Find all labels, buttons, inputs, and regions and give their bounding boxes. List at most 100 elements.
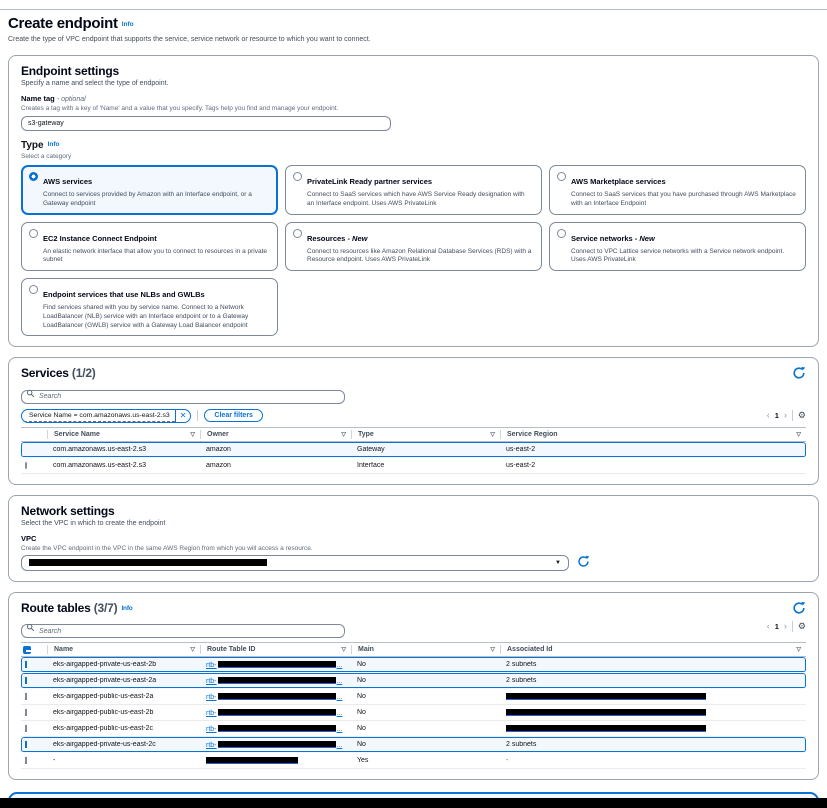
clear-filters-button[interactable]: Clear filters: [204, 409, 263, 422]
service-row[interactable]: com.amazonaws.us-east-2.s3 amazon Interf…: [21, 458, 806, 474]
route-tables-info-link[interactable]: Info: [121, 605, 132, 612]
type-card-aws-services[interactable]: AWS services Connect to services provide…: [21, 165, 278, 215]
radio-icon[interactable]: [557, 172, 566, 181]
endpoint-settings-subtitle: Specify a name and select the type of en…: [21, 80, 806, 87]
route-table-id-link[interactable]: rtb-...: [206, 710, 342, 717]
row-checkbox[interactable]: [25, 661, 27, 668]
name-cell: eks-airgapped-private-us-east-2b: [47, 661, 200, 668]
route-table-row[interactable]: eks-airgapped-private-us-east-2a rtb-...…: [21, 673, 806, 689]
route-table-row[interactable]: eks-airgapped-private-us-east-2c rtb-...…: [21, 737, 806, 753]
route-table-row[interactable]: eks-airgapped-public-us-east-2c rtb-... …: [21, 721, 806, 737]
col-route-table-id: Route Table ID: [207, 646, 255, 653]
next-page-icon[interactable]: ›: [784, 622, 787, 631]
type-card-marketplace[interactable]: AWS Marketplace services Connect to SaaS…: [549, 165, 806, 215]
redacted-vpc-value: [29, 559, 267, 566]
type-label: TypeInfo: [21, 140, 806, 151]
redacted-id: [218, 709, 336, 716]
filter-token: Service Name = com.amazonaws.us-east-2.s…: [21, 409, 191, 423]
prev-page-icon[interactable]: ‹: [767, 622, 770, 631]
type-card-title: Service networks - New: [571, 234, 655, 243]
page-number[interactable]: 1: [775, 622, 779, 631]
sort-icon[interactable]: ▽: [190, 646, 195, 653]
select-all-checkbox[interactable]: [23, 646, 31, 654]
name-tag-input[interactable]: [21, 116, 391, 131]
sort-icon[interactable]: ▽: [490, 431, 495, 438]
route-table-id-link[interactable]: rtb-...: [206, 678, 342, 685]
sort-icon[interactable]: ▽: [490, 646, 495, 653]
service-row[interactable]: com.amazonaws.us-east-2.s3 amazon Gatewa…: [21, 442, 806, 458]
route-table-row[interactable]: - Yes -: [21, 753, 806, 769]
page-title: Create endpoint: [8, 15, 118, 32]
name-cell: -: [47, 757, 200, 764]
route-table-id-link[interactable]: rtb-...: [206, 662, 342, 669]
route-tables-title: Route tables (3/7)Info: [21, 601, 133, 615]
row-checkbox[interactable]: [25, 709, 27, 716]
remove-filter-icon[interactable]: ✕: [175, 410, 191, 422]
redacted-id: [218, 661, 336, 668]
redacted-id: [218, 693, 336, 700]
refresh-icon[interactable]: [577, 555, 590, 568]
radio-icon[interactable]: [25, 462, 27, 469]
route-table-id-link[interactable]: rtb-...: [206, 742, 342, 749]
redacted-associated-id: [506, 709, 706, 716]
page-number[interactable]: 1: [775, 411, 779, 420]
col-service-region: Service Region: [507, 431, 558, 438]
next-page-icon[interactable]: ›: [784, 411, 787, 420]
associated-id-cell[interactable]: 2 subnets: [506, 741, 536, 748]
filter-token-text: Service Name = com.amazonaws.us-east-2.s…: [24, 410, 175, 422]
sort-icon[interactable]: ▽: [796, 646, 801, 653]
route-table-row[interactable]: eks-airgapped-public-us-east-2b rtb-... …: [21, 705, 806, 721]
sort-icon[interactable]: ▽: [796, 431, 801, 438]
type-hint: Select a category: [21, 153, 806, 160]
services-search-input[interactable]: [21, 390, 345, 404]
type-card-resources[interactable]: Resources - New Connect to resources lik…: [285, 222, 542, 272]
type-card-description: Connect to services provided by Amazon w…: [43, 191, 269, 209]
route-table-id-link[interactable]: rtb-...: [206, 726, 342, 733]
type-card-title: PrivateLink Ready partner services: [307, 177, 432, 186]
main-cell: No: [351, 741, 500, 748]
sort-icon[interactable]: ▽: [341, 646, 346, 653]
radio-icon[interactable]: [29, 285, 38, 294]
route-table-row[interactable]: eks-airgapped-public-us-east-2a rtb-... …: [21, 689, 806, 705]
row-checkbox[interactable]: [25, 677, 27, 684]
route-table-row[interactable]: eks-airgapped-private-us-east-2b rtb-...…: [21, 657, 806, 673]
page-info-link[interactable]: Info: [122, 21, 134, 28]
gear-icon[interactable]: ⚙: [798, 621, 806, 632]
radio-selected-icon[interactable]: [29, 172, 38, 181]
route-tables-table: Name▽ Route Table ID▽ Main▽ Associated I…: [21, 642, 806, 769]
route-tables-search-input[interactable]: [21, 624, 345, 638]
row-checkbox[interactable]: [25, 757, 27, 764]
name-cell: eks-airgapped-private-us-east-2c: [47, 741, 200, 748]
page-header: Create endpointInfo Create the type of V…: [0, 10, 827, 45]
type-card-description: Connect to VPC Lattice service networks …: [571, 248, 797, 266]
type-card-title: AWS services: [43, 177, 92, 186]
route-table-id-link[interactable]: rtb-...: [206, 694, 342, 701]
vpc-select[interactable]: ▼: [21, 555, 569, 571]
prev-page-icon[interactable]: ‹: [767, 411, 770, 420]
type-card-ec2-instance-connect[interactable]: EC2 Instance Connect Endpoint An elastic…: [21, 222, 278, 272]
route-tables-card: Route tables (3/7)Info ‹ 1 › ⚙ Name▽: [8, 592, 819, 781]
type-cell: Gateway: [351, 446, 500, 453]
gear-icon[interactable]: ⚙: [798, 410, 806, 421]
radio-icon[interactable]: [293, 172, 302, 181]
row-checkbox[interactable]: [25, 693, 27, 700]
radio-icon[interactable]: [29, 229, 38, 238]
row-checkbox[interactable]: [25, 725, 27, 732]
type-card-privatelink-partner[interactable]: PrivateLink Ready partner services Conne…: [285, 165, 542, 215]
radio-icon[interactable]: [293, 229, 302, 238]
refresh-icon[interactable]: [792, 601, 806, 615]
refresh-icon[interactable]: [792, 366, 806, 380]
associated-id-cell[interactable]: 2 subnets: [506, 661, 536, 668]
type-info-link[interactable]: Info: [48, 141, 60, 148]
sort-icon[interactable]: ▽: [341, 431, 346, 438]
type-card-endpoint-services-nlb-gwlb[interactable]: Endpoint services that use NLBs and GWLB…: [21, 278, 278, 336]
services-pagination: ‹ 1 › ⚙: [767, 410, 806, 421]
radio-icon[interactable]: [557, 229, 566, 238]
type-card-title: Endpoint services that use NLBs and GWLB…: [43, 290, 205, 299]
type-card-service-networks[interactable]: Service networks - New Connect to VPC La…: [549, 222, 806, 272]
row-checkbox[interactable]: [25, 741, 27, 748]
redacted-associated-id: [506, 725, 706, 732]
route-tables-search: [21, 620, 345, 639]
sort-icon[interactable]: ▽: [190, 431, 195, 438]
associated-id-cell[interactable]: 2 subnets: [506, 677, 536, 684]
